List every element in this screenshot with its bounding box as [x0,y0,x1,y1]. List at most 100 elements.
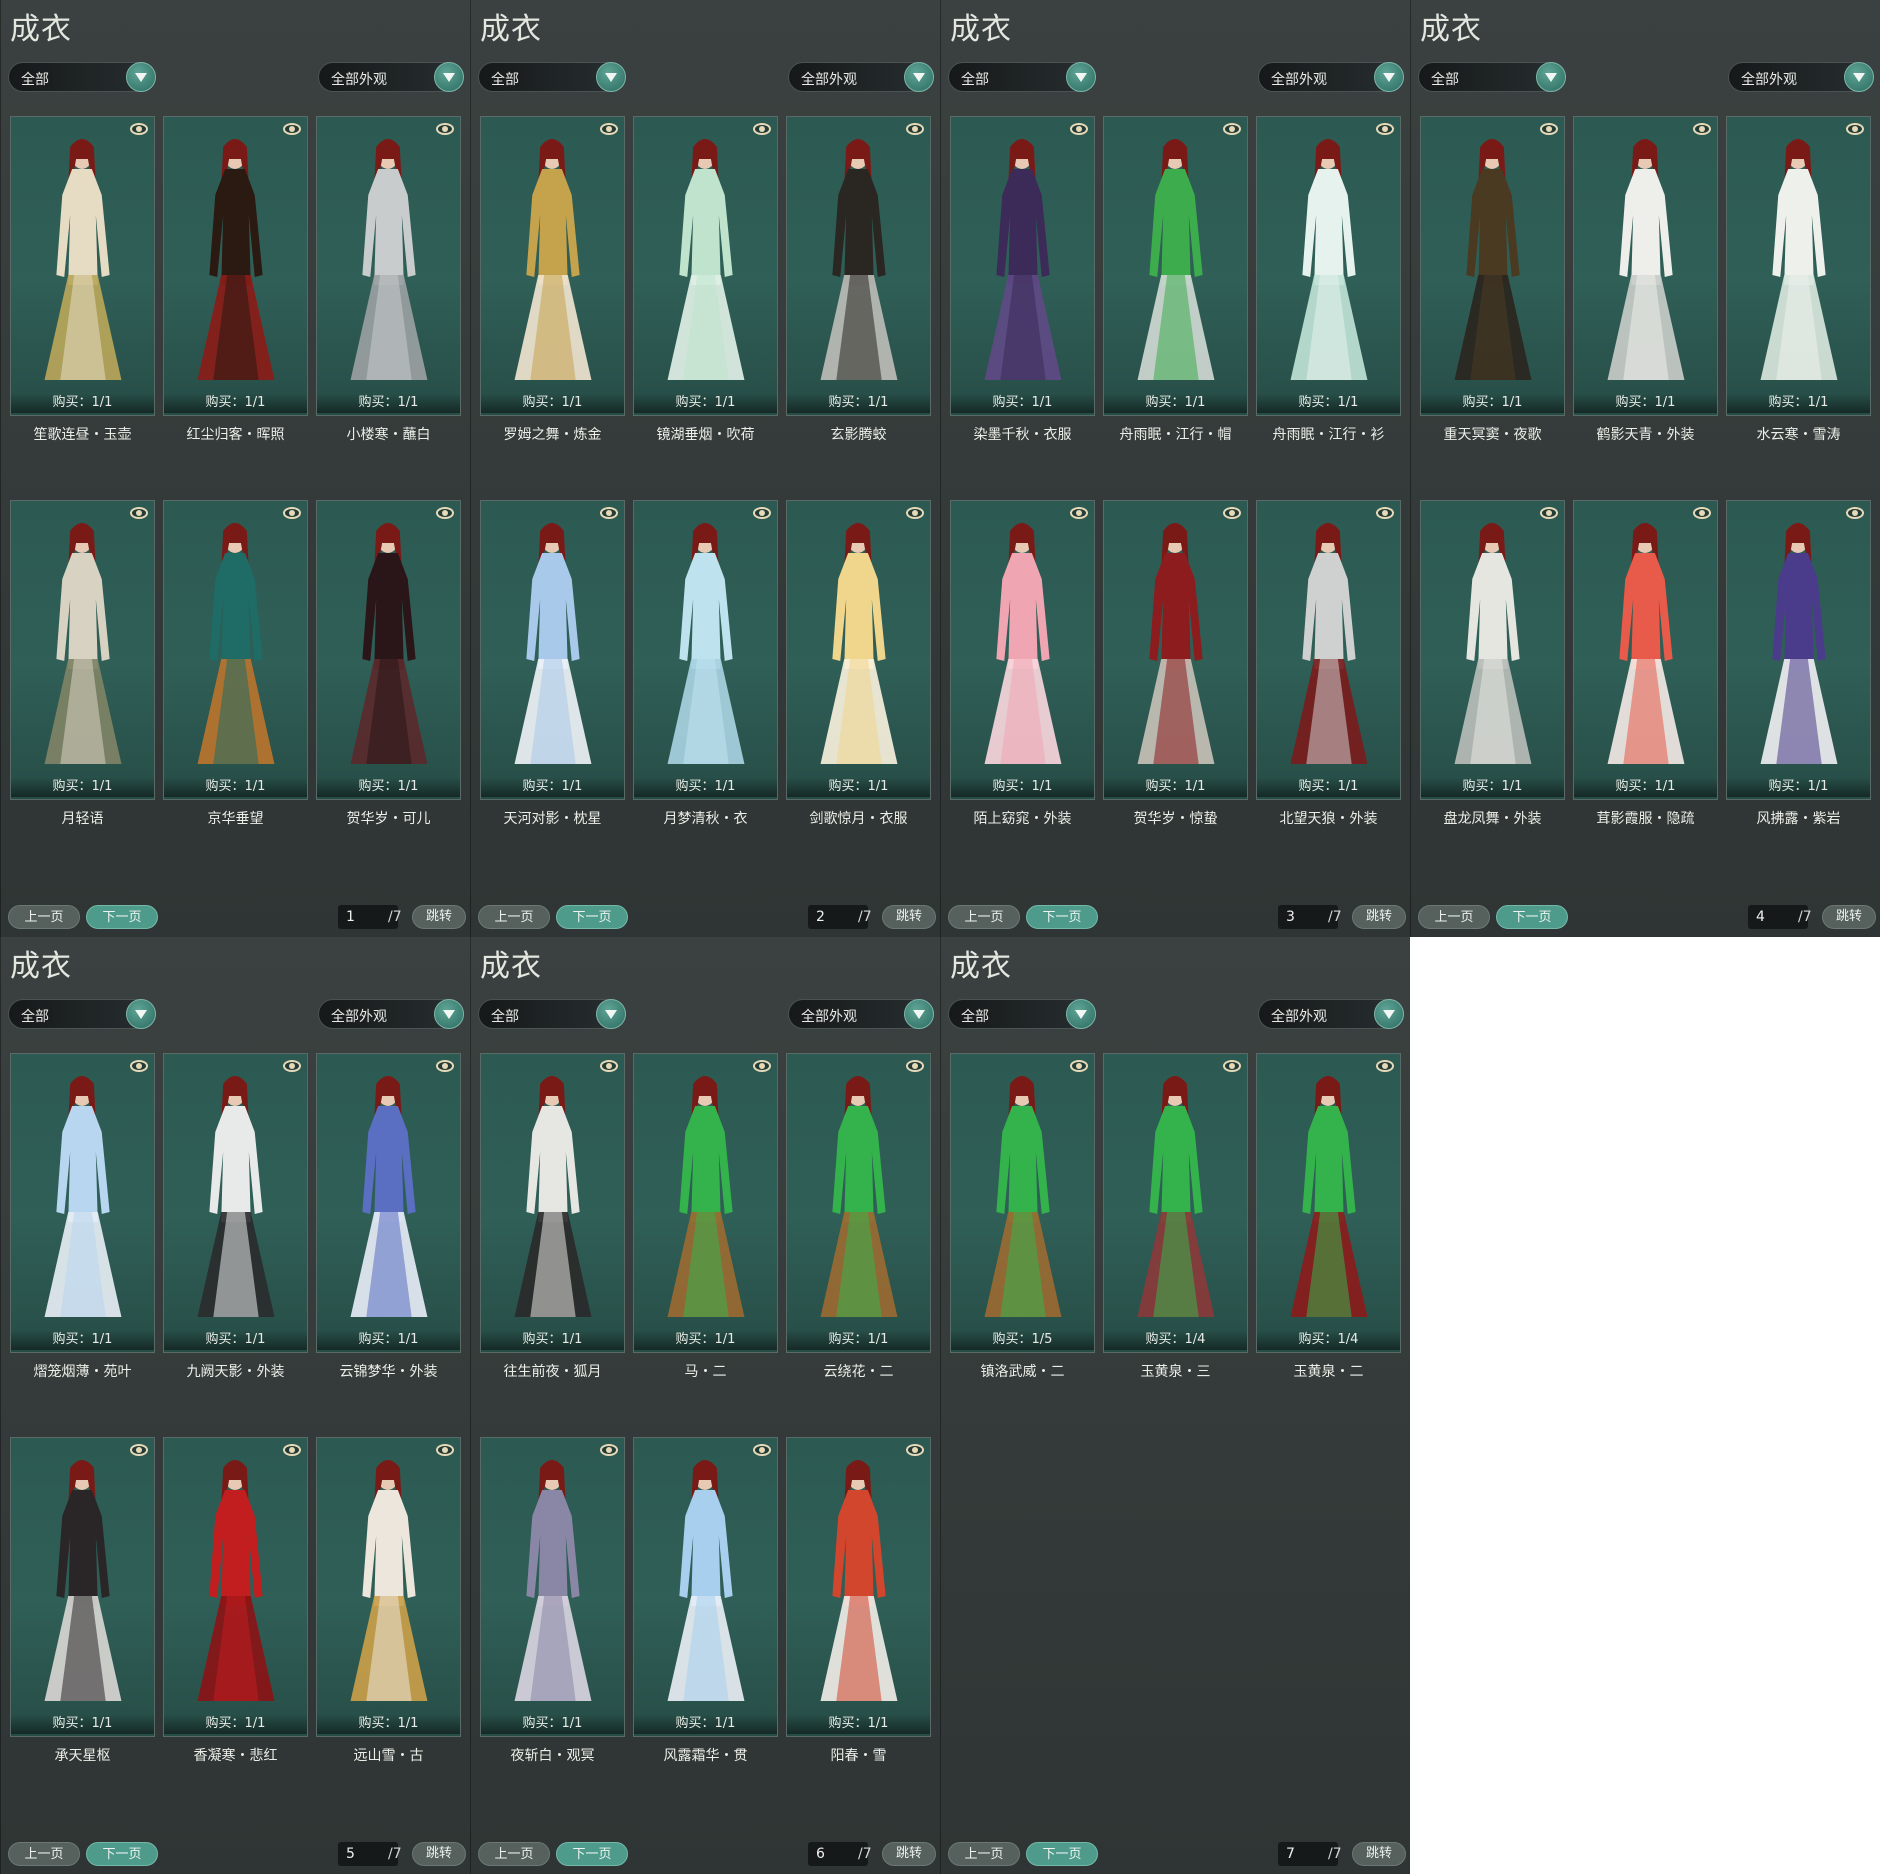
jump-button[interactable]: 跳转 [1822,905,1876,929]
page-number-input[interactable]: 2/7 [808,905,872,929]
next-page-button[interactable]: 下一页 [1496,905,1568,929]
page-number-input[interactable]: 4/7 [1748,905,1812,929]
chevron-down-icon[interactable] [596,999,626,1029]
prev-page-button[interactable]: 上一页 [8,905,80,929]
eye-icon[interactable] [1540,507,1558,519]
outfit-card[interactable]: 购买：1/1 [950,500,1095,800]
page-number-input[interactable]: 7/7 [1278,1842,1342,1866]
chevron-down-icon[interactable] [904,62,934,92]
eye-icon[interactable] [1223,1060,1241,1072]
outfit-card[interactable]: 购买：1/1 [480,1437,625,1737]
outfit-card[interactable]: 购买：1/1 [10,500,155,800]
outfit-card[interactable]: 购买：1/1 [10,1437,155,1737]
outfit-card[interactable]: 购买：1/1 [316,500,461,800]
chevron-down-icon[interactable] [1066,62,1096,92]
prev-page-button[interactable]: 上一页 [1418,905,1490,929]
eye-icon[interactable] [906,507,924,519]
outfit-card[interactable]: 购买：1/1 [1256,116,1401,416]
outfit-card[interactable]: 购买：1/1 [163,1437,308,1737]
category-dropdown[interactable]: 全部 [948,999,1096,1029]
category-dropdown[interactable]: 全部 [8,999,156,1029]
outfit-card[interactable]: 购买：1/1 [163,116,308,416]
outfit-card[interactable]: 购买：1/1 [1103,500,1248,800]
next-page-button[interactable]: 下一页 [1026,1842,1098,1866]
jump-button[interactable]: 跳转 [412,1842,466,1866]
jump-button[interactable]: 跳转 [1352,905,1406,929]
outfit-card[interactable]: 购买：1/1 [10,1053,155,1353]
outfit-card[interactable]: 购买：1/1 [316,1053,461,1353]
appearance-dropdown[interactable]: 全部外观 [1258,62,1404,92]
prev-page-button[interactable]: 上一页 [478,1842,550,1866]
outfit-card[interactable]: 购买：1/1 [786,1053,931,1353]
next-page-button[interactable]: 下一页 [86,1842,158,1866]
page-number-input[interactable]: 6/7 [808,1842,872,1866]
eye-icon[interactable] [436,507,454,519]
outfit-card[interactable]: 购买：1/1 [1420,116,1565,416]
appearance-dropdown[interactable]: 全部外观 [788,62,934,92]
eye-icon[interactable] [1693,507,1711,519]
page-number-input[interactable]: 3/7 [1278,905,1342,929]
chevron-down-icon[interactable] [434,999,464,1029]
outfit-card[interactable]: 购买：1/1 [163,500,308,800]
eye-icon[interactable] [130,123,148,135]
chevron-down-icon[interactable] [1374,62,1404,92]
outfit-card[interactable]: 购买：1/1 [633,1053,778,1353]
prev-page-button[interactable]: 上一页 [8,1842,80,1866]
outfit-card[interactable]: 购买：1/5 [950,1053,1095,1353]
eye-icon[interactable] [1223,123,1241,135]
next-page-button[interactable]: 下一页 [1026,905,1098,929]
outfit-card[interactable]: 购买：1/1 [316,1437,461,1737]
jump-button[interactable]: 跳转 [412,905,466,929]
outfit-card[interactable]: 购买：1/1 [10,116,155,416]
outfit-card[interactable]: 购买：1/1 [786,500,931,800]
chevron-down-icon[interactable] [126,62,156,92]
eye-icon[interactable] [600,1060,618,1072]
eye-icon[interactable] [1070,507,1088,519]
eye-icon[interactable] [753,123,771,135]
eye-icon[interactable] [130,1060,148,1072]
next-page-button[interactable]: 下一页 [86,905,158,929]
eye-icon[interactable] [906,123,924,135]
eye-icon[interactable] [1693,123,1711,135]
chevron-down-icon[interactable] [1374,999,1404,1029]
eye-icon[interactable] [436,123,454,135]
prev-page-button[interactable]: 上一页 [948,905,1020,929]
eye-icon[interactable] [436,1060,454,1072]
eye-icon[interactable] [1376,1060,1394,1072]
eye-icon[interactable] [1070,123,1088,135]
chevron-down-icon[interactable] [1066,999,1096,1029]
eye-icon[interactable] [753,1444,771,1456]
outfit-card[interactable]: 购买：1/1 [633,500,778,800]
eye-icon[interactable] [906,1444,924,1456]
appearance-dropdown[interactable]: 全部外观 [1728,62,1874,92]
eye-icon[interactable] [283,507,301,519]
jump-button[interactable]: 跳转 [882,1842,936,1866]
appearance-dropdown[interactable]: 全部外观 [788,999,934,1029]
eye-icon[interactable] [1070,1060,1088,1072]
eye-icon[interactable] [753,1060,771,1072]
chevron-down-icon[interactable] [1844,62,1874,92]
outfit-card[interactable]: 购买：1/1 [1256,500,1401,800]
outfit-card[interactable]: 购买：1/1 [480,1053,625,1353]
chevron-down-icon[interactable] [434,62,464,92]
prev-page-button[interactable]: 上一页 [948,1842,1020,1866]
eye-icon[interactable] [283,123,301,135]
page-number-input[interactable]: 1/7 [338,905,402,929]
outfit-card[interactable]: 购买：1/1 [633,1437,778,1737]
category-dropdown[interactable]: 全部 [478,999,626,1029]
eye-icon[interactable] [283,1060,301,1072]
outfit-card[interactable]: 购买：1/1 [1726,116,1871,416]
appearance-dropdown[interactable]: 全部外观 [318,999,464,1029]
next-page-button[interactable]: 下一页 [556,1842,628,1866]
category-dropdown[interactable]: 全部 [8,62,156,92]
eye-icon[interactable] [1540,123,1558,135]
appearance-dropdown[interactable]: 全部外观 [318,62,464,92]
outfit-card[interactable]: 购买：1/1 [480,500,625,800]
appearance-dropdown[interactable]: 全部外观 [1258,999,1404,1029]
outfit-card[interactable]: 购买：1/1 [950,116,1095,416]
eye-icon[interactable] [753,507,771,519]
chevron-down-icon[interactable] [904,999,934,1029]
prev-page-button[interactable]: 上一页 [478,905,550,929]
outfit-card[interactable]: 购买：1/1 [163,1053,308,1353]
outfit-card[interactable]: 购买：1/1 [1573,500,1718,800]
